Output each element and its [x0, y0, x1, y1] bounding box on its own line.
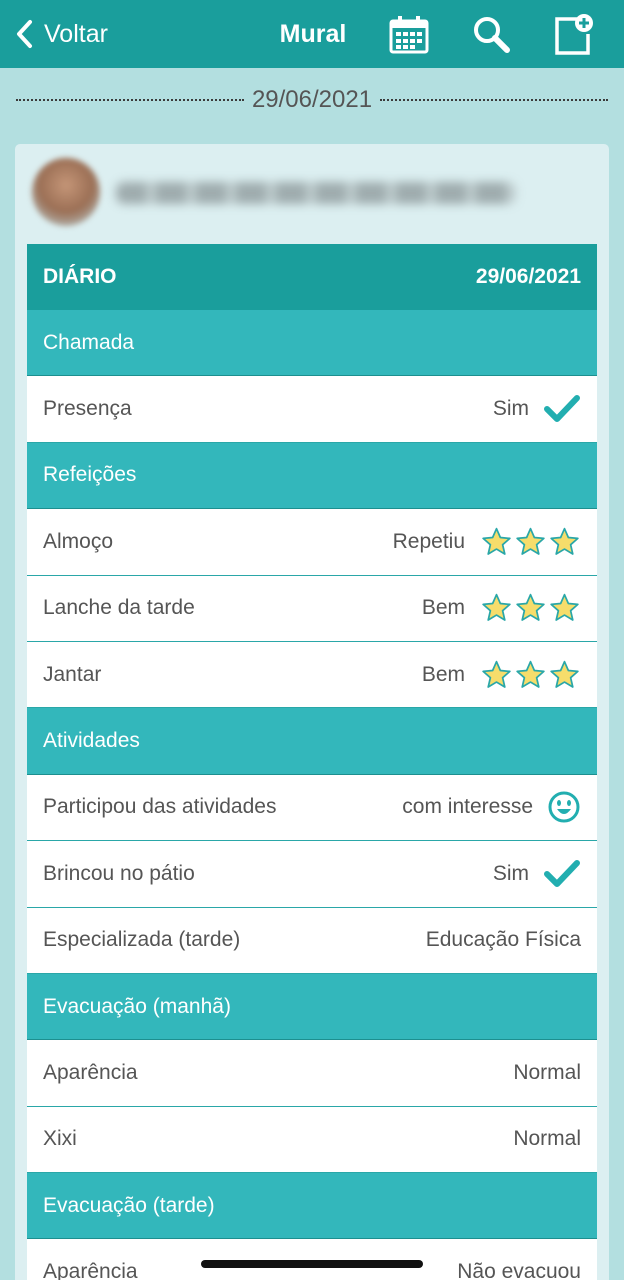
section-evacuacao-tarde: Evacuação (tarde) [27, 1173, 597, 1240]
row-label: Almoço [43, 529, 114, 553]
new-post-icon[interactable] [553, 14, 595, 56]
student-profile[interactable] [32, 158, 592, 232]
row-value: Bem [421, 596, 465, 620]
section-title: Atividades [43, 729, 140, 753]
diary-header: DIÁRIO 29/06/2021 [27, 244, 597, 310]
row-jantar: Jantar Bem [27, 641, 597, 709]
row-label: Especializada (tarde) [43, 928, 241, 952]
row-value: Normal [513, 1127, 581, 1151]
row-value: Não evacuou [457, 1260, 581, 1280]
row-label: Jantar [43, 662, 102, 686]
row-brincou: Brincou no pátio Sim [27, 841, 597, 908]
dotted-divider [16, 99, 244, 101]
dotted-divider [380, 99, 608, 101]
row-xixi: Xixi Normal [27, 1106, 597, 1174]
star-icon [482, 527, 511, 555]
check-icon [543, 394, 581, 424]
diary-header-title: DIÁRIO [43, 265, 117, 288]
star-icon [516, 527, 545, 555]
row-label: Xixi [43, 1127, 77, 1151]
row-value: Sim [492, 397, 529, 421]
row-value: Repetiu [392, 529, 465, 553]
row-label: Aparência [43, 1060, 138, 1084]
row-value: Sim [492, 861, 529, 885]
search-icon[interactable] [470, 14, 512, 56]
rating-stars [479, 526, 581, 558]
section-title: Chamada [43, 330, 135, 354]
chevron-left-icon [17, 20, 32, 48]
row-value: Educação Física [425, 928, 581, 952]
row-label: Presença [43, 397, 132, 421]
row-value: Normal [513, 1060, 581, 1084]
section-atividades: Atividades [27, 708, 597, 775]
section-title: Evacuação (tarde) [43, 1193, 215, 1217]
row-label: Lanche da tarde [43, 596, 195, 620]
row-aparencia-manha: Aparência Normal [27, 1040, 597, 1107]
section-refeicoes: Refeições [27, 442, 597, 510]
section-evacuacao-manha: Evacuação (manhã) [27, 973, 597, 1041]
row-participou: Participou das atividades com interesse [27, 774, 597, 842]
home-indicator[interactable] [201, 1260, 423, 1268]
page-title: Mural [279, 20, 347, 48]
diary-header-date: 29/06/2021 [475, 265, 581, 288]
date-separator-text: 29/06/2021 [251, 86, 373, 113]
row-label: Brincou no pátio [43, 861, 195, 885]
row-label: Aparência [43, 1260, 138, 1280]
section-chamada: Chamada [27, 310, 597, 377]
row-almoco: Almoço Repetiu [27, 509, 597, 576]
rating-stars [479, 659, 581, 691]
star-icon [516, 594, 545, 622]
rating-stars [479, 592, 581, 624]
star-icon [550, 660, 579, 688]
date-separator: 29/06/2021 [16, 84, 608, 116]
row-lanche-da-tarde: Lanche da tarde Bem [27, 575, 597, 642]
section-title: Refeições [43, 463, 137, 487]
top-bar: Voltar Mural [0, 0, 624, 68]
row-especializada: Especializada (tarde) Educação Física [27, 907, 597, 974]
row-presenca: Presença Sim [27, 376, 597, 443]
diary-table: DIÁRIO 29/06/2021 Chamada Presença Sim R… [27, 244, 597, 1280]
section-title: Evacuação (manhã) [43, 994, 231, 1018]
row-label: Participou das atividades [43, 795, 277, 819]
star-icon [550, 594, 579, 622]
row-value: com interesse [402, 795, 533, 819]
row-value: Bem [421, 662, 465, 686]
star-icon [482, 660, 511, 688]
check-icon [543, 859, 581, 889]
back-label: Voltar [44, 19, 108, 48]
star-icon [550, 527, 579, 555]
avatar [32, 158, 100, 226]
back-button[interactable]: Voltar [14, 14, 108, 54]
student-name-blurred [116, 182, 516, 204]
calendar-icon[interactable] [388, 14, 430, 56]
smiley-icon [547, 790, 581, 824]
star-icon [482, 594, 511, 622]
star-icon [516, 660, 545, 688]
